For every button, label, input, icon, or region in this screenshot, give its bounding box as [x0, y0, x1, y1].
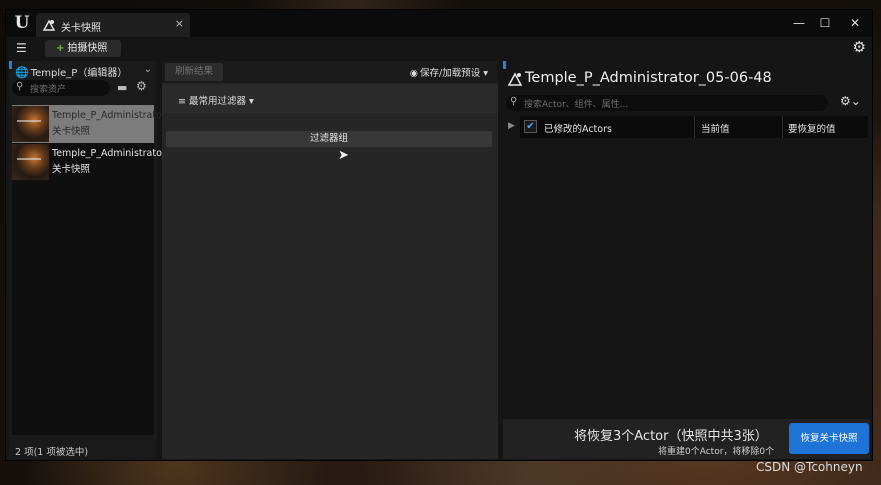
close-tab-icon[interactable]: ×: [175, 17, 184, 30]
panel-accent: [9, 61, 12, 69]
panel-accent: [503, 61, 506, 69]
snapshot-title: Temple_P_Administrator_05-06-48: [525, 70, 772, 86]
select-all-checkbox[interactable]: ✔: [524, 120, 537, 133]
chevron-down-icon[interactable]: ⌄: [144, 64, 152, 75]
restore-summary: 将恢复3个Actor（快照中共3张）: [574, 429, 768, 444]
common-filters-label: 最常用过滤器: [188, 96, 246, 107]
snapshot-thumbnail: [12, 106, 49, 142]
expand-arrow-icon[interactable]: ▶: [508, 121, 515, 131]
list-item[interactable]: Temple_P_Administrator 关卡快照: [12, 143, 166, 181]
preset-label: 保存/加载预设: [420, 68, 481, 79]
table-header: ✔ 已修改的Actors 当前值 要恢复的值: [520, 116, 868, 138]
filter-panel: 刷新结果 ◉ 保存/加载预设 ▾ ≡ 最常用过滤器 ▾ 过滤器组 ➤: [162, 61, 498, 459]
snapshot-name: Temple_P_Administrator: [52, 110, 166, 121]
search-placeholder: 搜索Actor、组件、属性...: [524, 100, 629, 110]
search-icon: ⚲: [16, 81, 24, 92]
take-snapshot-button[interactable]: + 拍摄快照: [45, 40, 121, 57]
selection-status: 2 项(1 项被选中): [15, 447, 89, 458]
refresh-results-button[interactable]: 刷新结果: [165, 63, 223, 81]
preset-dropdown[interactable]: ◉ 保存/加载预设 ▾: [410, 65, 488, 79]
watermark: CSDN @Tcohneyn: [756, 460, 863, 474]
close-window-button[interactable]: ✕: [842, 14, 868, 32]
snapshot-name: Temple_P_Administrator: [52, 148, 166, 159]
asset-search-input[interactable]: ⚲ 搜索资产: [12, 80, 110, 96]
level-label: Temple_P（编辑器）: [30, 68, 128, 79]
common-filters-dropdown[interactable]: ≡ 最常用过滤器 ▾: [178, 93, 254, 107]
level-snapshot-window: U 关卡快照 × — ☐ ✕ ☰ + 拍摄快照 ⚙ 🌐 Temple_P（编辑器） …: [5, 9, 873, 461]
table-row: ▶ ✔ 已修改的Actors 当前值 要恢复的值: [503, 116, 870, 138]
settings-gear-icon[interactable]: ⚙⌄: [840, 94, 861, 108]
plus-icon: +: [56, 43, 65, 54]
preset-icon: ◉: [409, 68, 418, 79]
filter-group-button[interactable]: 过滤器组: [166, 131, 492, 147]
maximize-button[interactable]: ☐: [812, 14, 838, 32]
actor-search-input[interactable]: ⚲ 搜索Actor、组件、属性...: [506, 95, 828, 111]
level-selector[interactable]: 🌐 Temple_P（编辑器）: [15, 64, 127, 79]
column-current-value: 当前值: [701, 124, 730, 135]
settings-gear-icon[interactable]: ⚙: [136, 79, 147, 93]
column-divider[interactable]: [694, 116, 695, 138]
results-panel: Temple_P_Administrator_05-06-48 ⚲ 搜索Acto…: [503, 61, 870, 459]
search-icon: ⚲: [510, 96, 518, 107]
common-filters-row: ≡ 最常用过滤器 ▾: [162, 85, 498, 113]
snapshot-list: Temple_P_Administrator 关卡快照 Temple_P_Adm…: [12, 105, 166, 435]
tab-label: 关卡快照: [61, 23, 101, 34]
snapshot-type: 关卡快照: [52, 164, 91, 175]
restore-footer: 将恢复3个Actor（快照中共3张） 将重建0个Actor，将移除0个 恢复关卡…: [503, 419, 870, 459]
mouse-cursor-icon: ➤: [338, 148, 349, 163]
snapshot-browser-panel: 🌐 Temple_P（编辑器） ⌄ ⚲ 搜索资产 ▬ ⚙ Temple_P_Adm…: [9, 61, 166, 459]
take-snapshot-label: 拍摄快照: [67, 43, 108, 54]
column-restore-value: 要恢复的值: [788, 124, 836, 135]
filter-toolbar: 刷新结果 ◉ 保存/加载预设 ▾: [162, 61, 498, 83]
column-divider[interactable]: [782, 116, 783, 138]
restore-detail: 将重建0个Actor，将移除0个: [658, 447, 775, 457]
restore-snapshot-button[interactable]: 恢复关卡快照: [789, 423, 869, 454]
list-icon[interactable]: ☰: [16, 41, 27, 55]
gear-icon[interactable]: ⚙: [853, 38, 866, 56]
toolbar: ☰ + 拍摄快照 ⚙: [6, 37, 872, 59]
snapshot-icon: [42, 19, 56, 31]
search-placeholder: 搜索资产: [30, 85, 67, 95]
folder-icon[interactable]: ▬: [117, 81, 127, 94]
tab-level-snapshots[interactable]: 关卡快照 ×: [36, 13, 190, 37]
snapshot-type: 关卡快照: [52, 126, 91, 137]
snapshot-icon: [507, 72, 523, 86]
unreal-logo-icon: U: [14, 13, 30, 33]
list-item[interactable]: Temple_P_Administrator 关卡快照: [12, 105, 166, 143]
title-bar: U 关卡快照 × — ☐ ✕: [6, 10, 872, 37]
snapshot-thumbnail: [12, 144, 49, 180]
column-modified-actors: 已修改的Actors: [544, 124, 612, 135]
filter-icon: ≡: [178, 96, 186, 107]
minimize-button[interactable]: —: [786, 14, 812, 32]
globe-icon: 🌐: [15, 66, 29, 79]
